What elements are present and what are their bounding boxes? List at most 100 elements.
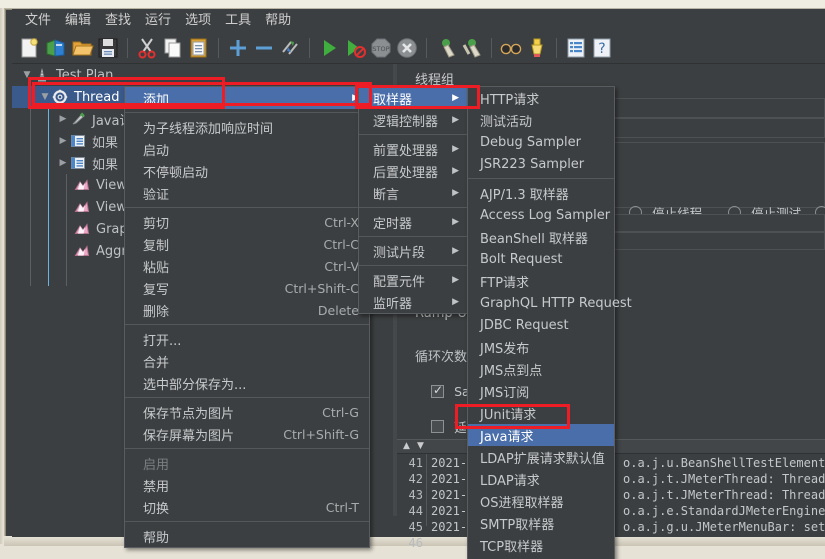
search-reset-icon[interactable] <box>525 36 549 60</box>
new-icon[interactable] <box>18 36 42 60</box>
context-menu-item-start[interactable]: 启动 <box>125 138 369 160</box>
sampler-item-jdbc-request[interactable]: JDBC Request <box>468 314 614 336</box>
context-menu-item-toggle[interactable]: 切换 Ctrl-T <box>125 496 369 518</box>
expand-all-icon[interactable] <box>226 36 250 60</box>
context-menu-item-start-no-pauses[interactable]: 不停顿启动 <box>125 160 369 182</box>
sampler-item-junit-request[interactable]: JUnit请求 <box>468 402 614 424</box>
add-submenu-item-post-processor[interactable]: 后置处理器 ▶ <box>359 160 469 182</box>
menu-item-label: LDAP扩展请求默认值 <box>480 451 605 467</box>
save-icon[interactable] <box>96 36 120 60</box>
sampler-item-bolt-request[interactable]: Bolt Request <box>468 248 614 270</box>
delay-checkbox[interactable]: 延 <box>431 416 467 436</box>
context-menu-item-add-think-times[interactable]: 为子线程添加响应时间 <box>125 116 369 138</box>
chevron-down-icon[interactable]: ▼ <box>38 92 52 102</box>
add-submenu-item-test-fragment[interactable]: 测试片段 ▶ <box>359 240 469 262</box>
collapse-all-icon[interactable] <box>252 36 276 60</box>
scroll-down-icon[interactable]: ▼ <box>417 441 424 451</box>
add-submenu-item-sampler[interactable]: 取样器 ▶ <box>359 87 469 109</box>
context-menu-item-merge[interactable]: 合并 <box>125 350 369 372</box>
start-no-pauses-icon[interactable] <box>343 36 367 60</box>
menu-item-label: AJP/1.3 取样器 <box>480 187 569 203</box>
context-menu-item-add[interactable]: 添加 ▶ <box>125 87 369 109</box>
sampler-item-os-process-sampler[interactable]: OS进程取样器 <box>468 490 614 512</box>
checkbox-box[interactable] <box>431 383 444 398</box>
clear-all-icon[interactable] <box>460 36 484 60</box>
add-submenu-item-config-element[interactable]: 配置元件 ▶ <box>359 269 469 291</box>
menu-item-label: JUnit请求 <box>480 407 537 423</box>
context-menu-item-help[interactable]: 帮助 <box>125 525 369 547</box>
sampler-item-smtp-sampler[interactable]: SMTP取样器 <box>468 512 614 534</box>
sampler-item-beanshell-sampler[interactable]: BeanShell 取样器 <box>468 226 614 248</box>
context-menu-item-save-node-as-image[interactable]: 保存节点为图片 Ctrl-G <box>125 401 369 423</box>
cut-icon[interactable] <box>135 36 159 60</box>
scroll-up-icon[interactable]: ▲ <box>403 441 410 451</box>
function-helper-icon[interactable] <box>564 36 588 60</box>
start-icon[interactable] <box>317 36 341 60</box>
context-menu-item-duplicate[interactable]: 复写 Ctrl+Shift-C <box>125 277 369 299</box>
sampler-item-http-request[interactable]: HTTP请求 <box>468 87 614 109</box>
sampler-item-ftp-request[interactable]: FTP请求 <box>468 270 614 292</box>
chevron-right-icon[interactable]: ▶ <box>56 136 70 146</box>
menu-file[interactable]: 文件 <box>18 11 58 31</box>
menu-tools[interactable]: 工具 <box>218 11 258 31</box>
sampler-item-java-request[interactable]: Java请求 <box>468 424 614 446</box>
add-submenu-item-assertions[interactable]: 断言 ▶ <box>359 182 469 204</box>
help-icon[interactable]: ? <box>590 36 614 60</box>
sampler-item-ldap-request[interactable]: LDAP请求 <box>468 468 614 490</box>
menu-options[interactable]: 选项 <box>178 11 218 31</box>
context-menu-item-validate[interactable]: 验证 <box>125 182 369 204</box>
sampler-item-ldap-ext-request-defaults[interactable]: LDAP扩展请求默认值 <box>468 446 614 468</box>
context-menu-item-cut[interactable]: 剪切 Ctrl-X <box>125 211 369 233</box>
paste-icon[interactable] <box>187 36 211 60</box>
add-submenu-item-logic-controller[interactable]: 逻辑控制器 ▶ <box>359 109 469 131</box>
context-menu-item-remove[interactable]: 删除 Delete <box>125 299 369 321</box>
context-menu-item-save-selection-as[interactable]: 选中部分保存为... <box>125 372 369 394</box>
add-submenu[interactable]: 取样器 ▶ 逻辑控制器 ▶ 前置处理器 ▶ 后置处理器 ▶ 断言 ▶ 定时器 ▶… <box>358 86 470 314</box>
checkbox-label: 延 <box>454 420 467 435</box>
sampler-item-jsr223-sampler[interactable]: JSR223 Sampler <box>468 153 614 175</box>
stop-icon[interactable]: STOP <box>369 36 393 60</box>
chevron-right-icon[interactable]: ▶ <box>56 114 70 124</box>
context-menu-item-open[interactable]: 打开... <box>125 328 369 350</box>
menu-item-label: JMS点到点 <box>480 363 543 379</box>
menu-item-label: 打开... <box>143 333 182 349</box>
add-submenu-item-listener[interactable]: 监听器 ▶ <box>359 291 469 313</box>
sampler-item-jms-publisher[interactable]: JMS发布 <box>468 336 614 358</box>
clear-icon[interactable] <box>434 36 458 60</box>
menu-edit[interactable]: 编辑 <box>58 11 98 31</box>
copy-icon[interactable] <box>161 36 185 60</box>
templates-icon[interactable] <box>44 36 68 60</box>
shutdown-icon[interactable] <box>395 36 419 60</box>
checkbox-box[interactable] <box>431 420 444 433</box>
sampler-item-ajp-sampler[interactable]: AJP/1.3 取样器 <box>468 182 614 204</box>
sampler-submenu[interactable]: HTTP请求 测试活动 Debug Sampler JSR223 Sampler… <box>467 86 632 559</box>
menu-separator <box>359 207 469 208</box>
sampler-item-jms-point-to-point[interactable]: JMS点到点 <box>468 358 614 380</box>
chevron-right-icon[interactable]: ▶ <box>56 158 70 168</box>
context-menu-item-paste[interactable]: 粘贴 Ctrl-V <box>125 255 369 277</box>
sampler-item-jms-subscriber[interactable]: JMS订阅 <box>468 380 614 402</box>
log-line-number: 46 <box>408 536 423 550</box>
sampler-item-access-log-sampler[interactable]: Access Log Sampler <box>468 204 614 226</box>
menu-run[interactable]: 运行 <box>138 11 178 31</box>
node-context-menu[interactable]: 添加 ▶ 为子线程添加响应时间 启动 不停顿启动 验证 剪切 Ctrl-X 复制… <box>124 86 370 548</box>
menu-search[interactable]: 查找 <box>98 11 138 31</box>
tree-node-test-plan[interactable]: ▼ Test Plan <box>12 64 393 86</box>
menu-item-label: 不停顿启动 <box>143 165 209 181</box>
open-icon[interactable] <box>70 36 94 60</box>
context-menu-item-disable[interactable]: 禁用 <box>125 474 369 496</box>
chevron-right-icon: ▶ <box>352 93 359 103</box>
add-submenu-item-timer[interactable]: 定时器 ▶ <box>359 211 469 233</box>
chevron-down-icon[interactable]: ▼ <box>20 70 34 80</box>
sampler-item-debug-sampler[interactable]: Debug Sampler <box>468 131 614 153</box>
add-submenu-item-pre-processor[interactable]: 前置处理器 ▶ <box>359 138 469 160</box>
search-icon[interactable] <box>499 36 523 60</box>
toggle-icon[interactable] <box>278 36 302 60</box>
toolbar-separator <box>426 38 427 58</box>
menu-help[interactable]: 帮助 <box>258 11 298 31</box>
sampler-item-tcp-sampler[interactable]: TCP取样器 <box>468 534 614 556</box>
context-menu-item-save-screen-as-image[interactable]: 保存屏幕为图片 Ctrl+Shift-G <box>125 423 369 445</box>
sampler-item-graphql-http-request[interactable]: GraphQL HTTP Request <box>468 292 632 314</box>
sampler-item-test-action[interactable]: 测试活动 <box>468 109 614 131</box>
context-menu-item-copy[interactable]: 复制 Ctrl-C <box>125 233 369 255</box>
